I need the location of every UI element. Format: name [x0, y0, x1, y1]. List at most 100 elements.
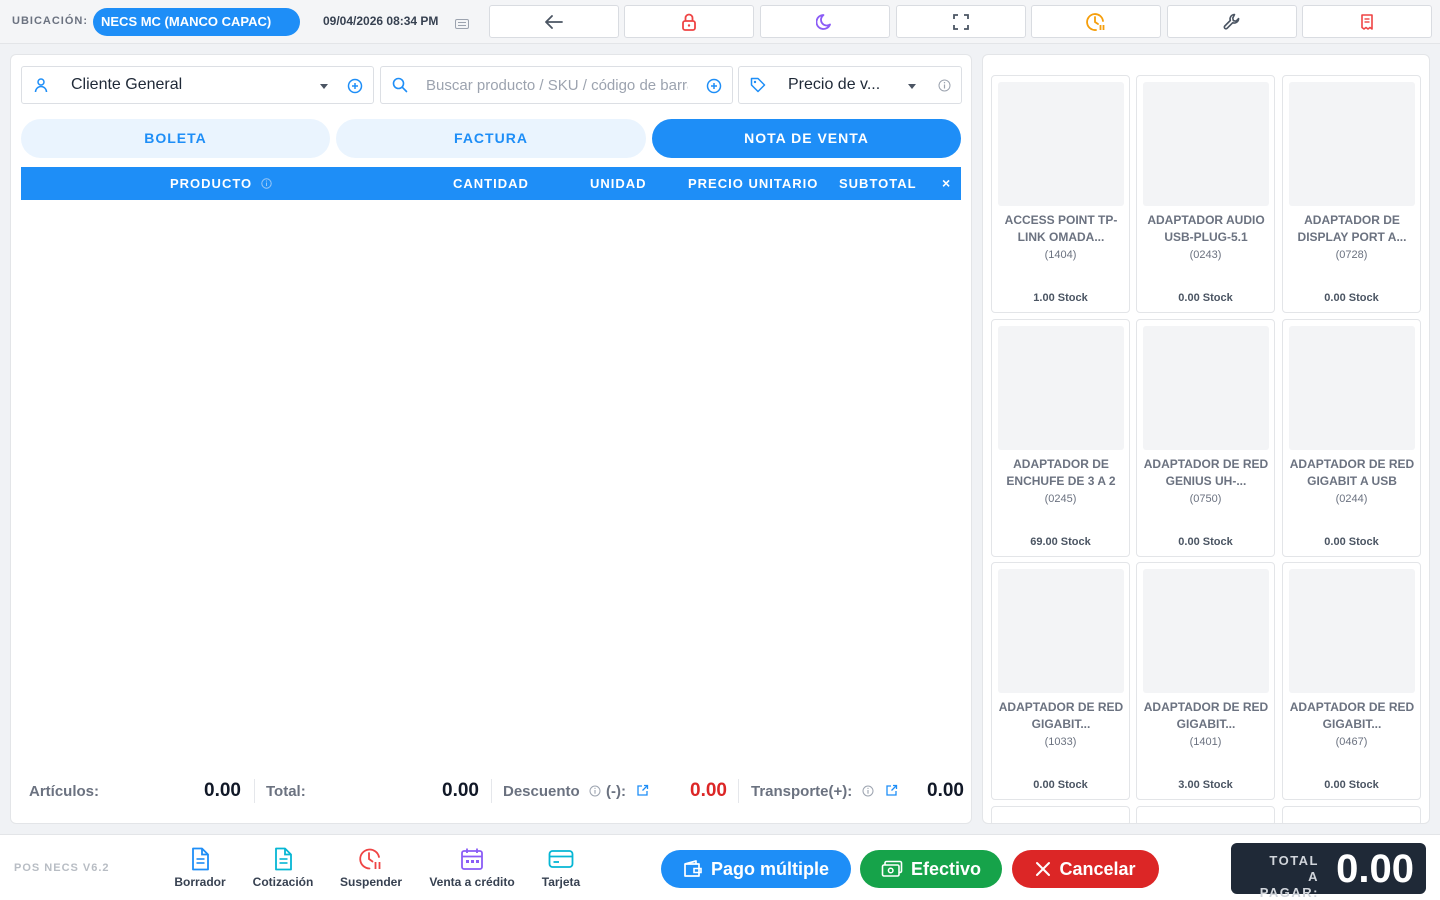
product-image	[1289, 569, 1415, 693]
product-card[interactable]: ADAPTADOR DE RED GIGABIT A USB (0244) 0.…	[1282, 319, 1421, 557]
discount-suffix: (-):	[606, 783, 626, 800]
product-code: (0244)	[1335, 493, 1368, 505]
calendar-icon	[461, 848, 483, 870]
product-code: (1401)	[1189, 736, 1222, 748]
product-card[interactable]: ADAPTADOR DE RED GIGABIT... (0467) 0.00 …	[1282, 562, 1421, 800]
wallet-icon	[684, 860, 702, 877]
product-card[interactable]: ADAPTADOR DE ENCHUFE DE 3 A 2 (0245) 69.…	[991, 319, 1130, 557]
info-icon	[261, 178, 272, 189]
draft-label: Borrador	[174, 875, 226, 889]
multiple-payment-label: Pago múltiple	[710, 858, 829, 879]
location-selector[interactable]: NECS MC (MANCO CAPAC)	[93, 8, 300, 36]
product-search[interactable]: Buscar producto / SKU / código de barras	[380, 66, 733, 104]
product-grid: ACCESS POINT TP-LINK OMADA... (1404) 1.0…	[982, 54, 1430, 824]
info-icon	[589, 785, 601, 797]
close-icon	[1036, 862, 1051, 876]
quote-label: Cotización	[252, 875, 314, 889]
cancel-sale-button[interactable]: Cancelar	[1012, 850, 1159, 888]
total-to-pay-label-line2: A PAGAR:	[1259, 869, 1319, 900]
card-button[interactable]: Tarjeta	[536, 847, 586, 891]
product-stock: 1.00 Stock	[1033, 292, 1088, 304]
back-button[interactable]	[489, 5, 619, 38]
product-stock: 69.00 Stock	[1030, 536, 1091, 548]
product-code: (0243)	[1189, 249, 1222, 261]
product-name: ADAPTADOR DE RED GIGABIT A USB	[1289, 457, 1415, 488]
product-code: (0728)	[1335, 249, 1368, 261]
total-to-pay-label-line1: TOTAL	[1269, 853, 1319, 868]
cancel-sale-label: Cancelar	[1059, 858, 1136, 879]
product-card[interactable]: ADAPTADOR DE RED GIGABIT... (1401) 3.00 …	[1136, 562, 1275, 800]
total-value: 0.00	[442, 780, 479, 801]
external-link-icon[interactable]	[636, 784, 649, 797]
product-image	[998, 569, 1124, 693]
customer-select[interactable]: Cliente General	[21, 66, 374, 104]
fullscreen-icon	[953, 13, 969, 30]
info-icon	[862, 785, 874, 797]
product-card[interactable]: ADAPTADOR AUDIO USB-PLUG-5.1 (0243) 0.00…	[1136, 75, 1275, 313]
transport-value: 0.00	[927, 780, 964, 801]
theme-button[interactable]	[760, 5, 890, 38]
bottom-bar: POS NECS V6.2 Borrador Cotización Suspen…	[0, 834, 1440, 900]
total-label: Total:	[266, 783, 306, 800]
product-code: (0750)	[1189, 493, 1222, 505]
quote-button[interactable]: Cotización	[248, 847, 318, 891]
lock-icon	[682, 13, 696, 31]
product-card[interactable]: ACCESS POINT TP-LINK OMADA... (1404) 1.0…	[991, 75, 1130, 313]
divider	[738, 779, 739, 803]
cash-payment-button[interactable]: Efectivo	[860, 850, 1002, 888]
suspend-button[interactable]: Suspender	[336, 847, 406, 891]
product-stock: 0.00 Stock	[1324, 779, 1379, 791]
product-code: (0245)	[1044, 493, 1077, 505]
document-list-icon	[275, 847, 292, 871]
add-customer-icon[interactable]	[347, 78, 363, 94]
product-name: ACCESS POINT TP-LINK OMADA...	[1004, 213, 1118, 244]
product-image	[1143, 82, 1269, 206]
location-label: UBICACIÓN:	[12, 15, 88, 27]
divider	[491, 779, 492, 803]
product-stock: 3.00 Stock	[1178, 779, 1233, 791]
lock-button[interactable]	[624, 5, 754, 38]
search-input[interactable]: Buscar producto / SKU / código de barras	[426, 77, 688, 94]
multiple-payment-button[interactable]: Pago múltiple	[661, 850, 851, 888]
info-icon	[938, 79, 951, 92]
product-card[interactable]	[1282, 806, 1421, 823]
product-card[interactable]: ADAPTADOR DE RED GENIUS UH-... (0750) 0.…	[1136, 319, 1275, 557]
col-cantidad: CANTIDAD	[453, 176, 529, 191]
suspended-sales-button[interactable]	[1031, 5, 1161, 38]
price-list-value: Precio de v...	[788, 76, 881, 93]
tab-nota-de-venta[interactable]: NOTA DE VENTA	[652, 119, 961, 158]
product-card[interactable]: ADAPTADOR DE RED GIGABIT... (1033) 0.00 …	[991, 562, 1130, 800]
settings-button[interactable]	[1167, 5, 1297, 38]
divider	[254, 779, 255, 803]
product-name: ADAPTADOR AUDIO USB-PLUG-5.1	[1147, 213, 1265, 244]
product-card[interactable]	[1136, 806, 1275, 823]
keyboard-icon[interactable]	[455, 16, 469, 34]
clear-cart-button[interactable]: ×	[942, 175, 951, 191]
discount-label: Descuento	[503, 783, 580, 800]
draft-button[interactable]: Borrador	[170, 847, 230, 891]
product-card[interactable]: ADAPTADOR DE DISPLAY PORT A... (0728) 0.…	[1282, 75, 1421, 313]
back-arrow-icon	[545, 14, 563, 29]
price-list-select[interactable]: Precio de v...	[738, 66, 962, 104]
product-code: (0467)	[1335, 736, 1368, 748]
product-card[interactable]	[991, 806, 1130, 823]
articles-label: Artículos:	[29, 783, 100, 800]
chevron-down-icon	[908, 84, 916, 89]
tab-factura[interactable]: FACTURA	[336, 119, 646, 158]
product-image	[1289, 326, 1415, 450]
add-product-icon[interactable]	[706, 78, 722, 94]
cash-payment-label: Efectivo	[910, 858, 982, 879]
receipts-button[interactable]	[1302, 5, 1432, 38]
user-icon	[34, 78, 48, 93]
document-icon	[192, 847, 209, 871]
top-bar: UBICACIÓN: NECS MC (MANCO CAPAC) 09/04/2…	[0, 0, 1440, 44]
fullscreen-button[interactable]	[896, 5, 1026, 38]
credit-sale-button[interactable]: Venta a crédito	[422, 847, 522, 891]
search-icon	[392, 77, 408, 93]
product-name: ADAPTADOR DE RED GIGABIT...	[998, 700, 1124, 731]
discount-value: 0.00	[690, 780, 727, 801]
product-name: ADAPTADOR DE RED GENIUS UH-...	[1143, 457, 1269, 488]
cart-table-header: PRODUCTO CANTIDAD UNIDAD PRECIO UNITARIO…	[21, 167, 961, 200]
product-image	[1143, 326, 1269, 450]
tab-boleta[interactable]: BOLETA	[21, 119, 330, 158]
